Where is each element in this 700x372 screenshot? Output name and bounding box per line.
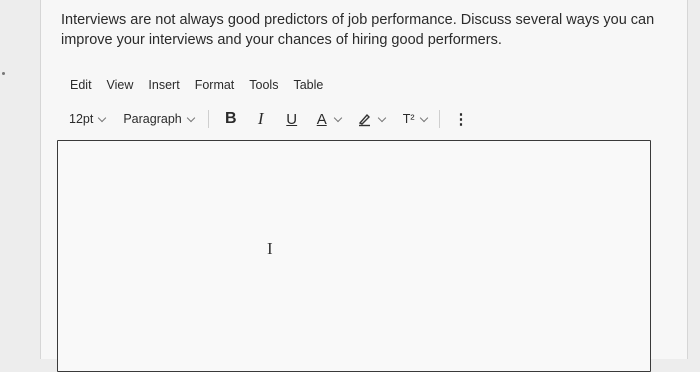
answer-editor[interactable]: I bbox=[57, 140, 651, 372]
question-card: Interviews are not always good predictor… bbox=[40, 0, 688, 372]
chevron-down-icon bbox=[333, 113, 342, 122]
bold-button[interactable]: B bbox=[221, 110, 241, 128]
superscript-button: T² bbox=[402, 112, 415, 126]
highlight-dropdown[interactable] bbox=[357, 111, 386, 127]
text-cursor-icon: I bbox=[267, 239, 273, 258]
more-options-button[interactable]: ⋮ bbox=[454, 110, 469, 128]
editor-menubar: Edit View Insert Format Tools Table bbox=[70, 78, 338, 96]
page-edge-mark bbox=[2, 72, 5, 75]
font-size-value: 12pt bbox=[69, 112, 94, 126]
menu-view[interactable]: View bbox=[107, 78, 134, 96]
menu-tools[interactable]: Tools bbox=[249, 78, 278, 96]
italic-button[interactable]: I bbox=[251, 109, 271, 129]
text-color-dropdown[interactable]: A bbox=[301, 110, 342, 128]
chevron-down-icon bbox=[186, 113, 195, 122]
chevron-down-icon bbox=[419, 113, 428, 122]
font-size-dropdown[interactable]: 12pt bbox=[69, 112, 107, 126]
menu-edit[interactable]: Edit bbox=[70, 78, 92, 96]
menu-format[interactable]: Format bbox=[195, 78, 235, 96]
chevron-down-icon bbox=[377, 113, 386, 122]
menu-insert[interactable]: Insert bbox=[148, 78, 179, 96]
toolbar-divider bbox=[207, 110, 209, 128]
toolbar-divider bbox=[438, 110, 440, 128]
chevron-down-icon bbox=[98, 113, 107, 122]
highlight-pen-icon bbox=[357, 111, 373, 127]
superscript-dropdown[interactable]: T² bbox=[402, 112, 428, 126]
block-format-value: Paragraph bbox=[123, 112, 182, 126]
block-format-dropdown[interactable]: Paragraph bbox=[123, 112, 195, 126]
editor-toolbar: 12pt Paragraph B I U A T² ⋮ bbox=[69, 108, 539, 130]
menu-table[interactable]: Table bbox=[293, 78, 323, 96]
text-color-button: A bbox=[316, 110, 327, 128]
question-text: Interviews are not always good predictor… bbox=[61, 12, 655, 48]
underline-button[interactable]: U bbox=[283, 111, 301, 128]
